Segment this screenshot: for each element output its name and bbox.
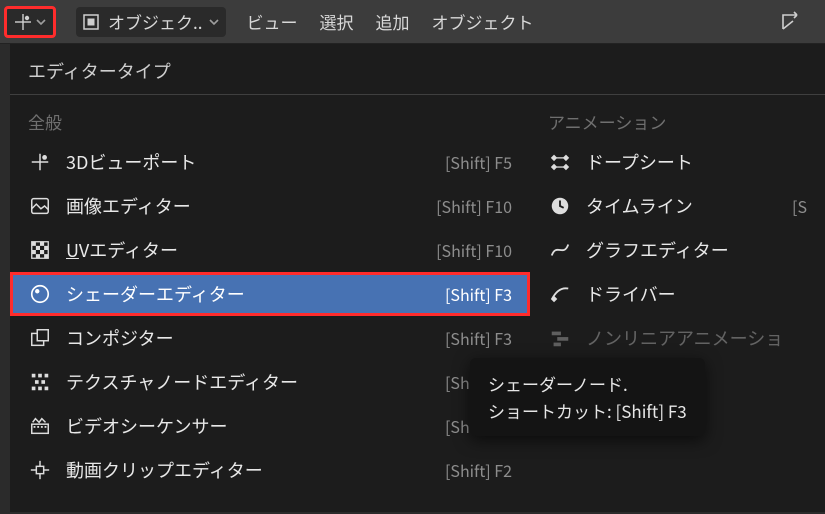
item-shortcut: [Shift] F5 [445, 150, 512, 174]
item-shortcut: [Shift] F3 [445, 326, 512, 350]
menu-view[interactable]: ビュー [246, 9, 297, 34]
item-timeline[interactable]: タイムライン [S [530, 184, 825, 228]
viewport-3d-icon [13, 12, 33, 32]
item-movie-clip[interactable]: 動画クリップエディター [Shift] F2 [10, 448, 530, 492]
item-video-sequencer[interactable]: ビデオシーケンサー [Shift] F8 [10, 404, 530, 448]
interaction-mode-dropdown[interactable]: オブジェク.. [76, 7, 226, 37]
header-menus: ビュー 選択 追加 オブジェクト [246, 9, 533, 34]
editor-type-panel: エディタータイプ 全般 3Dビューポート [Shift] F5 画像エディター … [10, 44, 825, 512]
transform-gizmo-button[interactable] [777, 6, 811, 36]
item-label: 動画クリップエディター [66, 457, 445, 483]
interaction-mode-label: オブジェク.. [108, 9, 202, 34]
item-label: UVエディター [66, 237, 436, 263]
item-label: タイムライン [586, 193, 792, 219]
animation-header: アニメーション [530, 99, 825, 140]
tooltip-line2: ショートカット: [Shift] F3 [488, 397, 687, 424]
compositor-icon [28, 326, 52, 350]
nla-icon [548, 326, 572, 350]
tooltip: シェーダーノード. ショートカット: [Shift] F3 [470, 358, 705, 436]
editor-type-dropdown-button[interactable] [4, 6, 56, 38]
item-shortcut: [S [792, 194, 807, 218]
mode-dropdown-group: オブジェク.. [76, 7, 226, 37]
texture-node-icon [28, 370, 52, 394]
item-label: ドライバー [586, 281, 813, 307]
item-driver[interactable]: ドライバー [530, 272, 825, 316]
item-uv-editor[interactable]: UVエディター [Shift] F10 [10, 228, 530, 272]
timeline-icon [548, 194, 572, 218]
item-nla[interactable]: ノンリニアアニメーショ [530, 316, 825, 360]
menu-select[interactable]: 選択 [319, 9, 353, 34]
graph-editor-icon [548, 238, 572, 262]
chevron-down-icon [35, 16, 47, 28]
panel-title: エディタータイプ [10, 44, 825, 95]
item-label: ビデオシーケンサー [66, 413, 445, 439]
item-label: シェーダーエディター [66, 281, 445, 307]
general-header: 全般 [10, 99, 530, 140]
item-3d-viewport[interactable]: 3Dビューポート [Shift] F5 [10, 140, 530, 184]
uv-editor-icon [28, 238, 52, 262]
item-image-editor[interactable]: 画像エディター [Shift] F10 [10, 184, 530, 228]
item-graph-editor[interactable]: グラフエディター [530, 228, 825, 272]
item-shortcut: [Shift] F2 [445, 458, 512, 482]
object-mode-icon [82, 13, 100, 31]
item-label: 画像エディター [66, 193, 436, 219]
item-compositor[interactable]: コンポジター [Shift] F3 [10, 316, 530, 360]
item-label: グラフエディター [586, 237, 813, 263]
movie-clip-icon [28, 458, 52, 482]
item-shortcut: [Shift] F10 [436, 238, 512, 262]
item-label: ドープシート [586, 149, 807, 175]
video-sequencer-icon [28, 414, 52, 438]
header-bar: オブジェク.. ビュー 選択 追加 オブジェクト [0, 0, 825, 44]
tooltip-line1: シェーダーノード. [488, 370, 687, 397]
item-shortcut: [Shift] F3 [445, 282, 512, 306]
item-label: ノンリニアアニメーショ [586, 325, 813, 351]
menu-add[interactable]: 追加 [375, 9, 409, 34]
shader-editor-icon [28, 282, 52, 306]
image-editor-icon [28, 194, 52, 218]
item-label: テクスチャノードエディター [66, 369, 445, 395]
item-texture-node[interactable]: テクスチャノードエディター [Shift] F3 [10, 360, 530, 404]
general-column: 全般 3Dビューポート [Shift] F5 画像エディター [Shift] F… [10, 99, 530, 492]
item-dopesheet[interactable]: ドープシート [530, 140, 825, 184]
driver-icon [548, 282, 572, 306]
item-label: コンポジター [66, 325, 445, 351]
item-shader-editor[interactable]: シェーダーエディター [Shift] F3 [10, 272, 530, 316]
menu-object[interactable]: オブジェクト [431, 9, 533, 34]
dopesheet-icon [548, 150, 572, 174]
chevron-down-icon [208, 16, 220, 28]
viewport-3d-icon [28, 150, 52, 174]
item-shortcut: [Shift] F10 [436, 194, 512, 218]
item-label: 3Dビューポート [66, 149, 445, 175]
